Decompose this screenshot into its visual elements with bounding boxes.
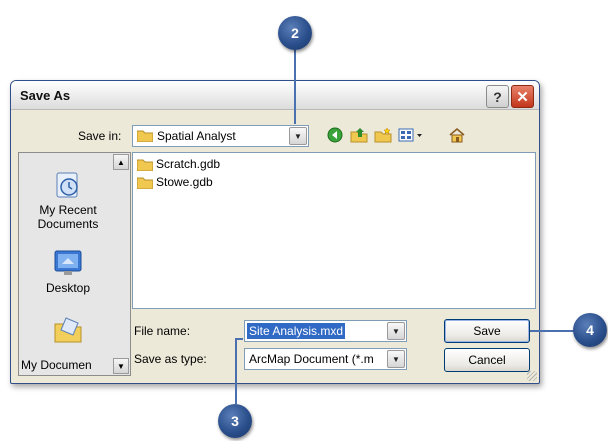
list-item[interactable]: Stowe.gdb <box>137 174 213 190</box>
places-bar: ▲ My Recent Documents Desktop My Documen… <box>18 152 131 376</box>
callout-4-line <box>530 330 576 332</box>
save-as-dialog: Save As ? ✕ Save in: Spatial Analyst ▼ ▲ <box>10 80 540 384</box>
save-in-label: Save in: <box>78 129 122 143</box>
resize-grip[interactable] <box>527 371 537 381</box>
scroll-down-button[interactable]: ▼ <box>113 358 129 374</box>
my-documents-icon <box>54 317 82 343</box>
save-as-type-value: ArcMap Document (*.m <box>249 352 374 366</box>
file-list[interactable]: Scratch.gdb Stowe.gdb <box>132 152 536 309</box>
list-item[interactable]: Scratch.gdb <box>137 156 220 172</box>
file-name: Stowe.gdb <box>156 175 213 189</box>
home-icon[interactable] <box>447 125 467 145</box>
desktop-icon <box>54 250 82 275</box>
callout-3-line <box>235 338 237 404</box>
folder-icon <box>137 130 153 142</box>
recent-documents-icon <box>56 172 78 198</box>
callout-2-line <box>294 48 296 124</box>
place-desktop[interactable]: Desktop <box>19 248 117 295</box>
place-my-recent-documents[interactable]: My Recent Documents <box>19 170 117 231</box>
save-as-type-dropdown[interactable]: ArcMap Document (*.m ▼ <box>244 348 407 370</box>
views-menu-icon[interactable] <box>397 125 425 145</box>
chevron-down-icon[interactable]: ▼ <box>387 322 405 340</box>
up-folder-icon[interactable] <box>349 125 369 145</box>
dialog-title: Save As <box>20 88 71 103</box>
save-in-dropdown[interactable]: Spatial Analyst ▼ <box>132 125 309 147</box>
title-bar[interactable]: Save As ? ✕ <box>11 81 539 110</box>
chevron-down-icon[interactable]: ▼ <box>387 350 405 368</box>
save-as-type-label: Save as type: <box>134 352 207 366</box>
back-icon[interactable] <box>325 125 345 145</box>
chevron-down-icon[interactable]: ▼ <box>289 127 307 145</box>
place-my-documents[interactable] <box>19 315 117 348</box>
callout-4: 4 <box>573 313 607 347</box>
callout-2: 2 <box>278 16 312 50</box>
help-button[interactable]: ? <box>486 85 509 108</box>
scroll-up-button[interactable]: ▲ <box>113 154 129 170</box>
folder-icon <box>137 159 153 171</box>
folder-icon <box>137 177 153 189</box>
callout-3-line-horizontal <box>235 338 243 340</box>
file-name-label: File name: <box>134 324 191 338</box>
new-folder-icon[interactable] <box>373 125 393 145</box>
callout-3: 3 <box>218 404 252 438</box>
place-label: Desktop <box>45 281 91 295</box>
close-button[interactable]: ✕ <box>511 85 534 108</box>
place-label: My Documen <box>21 358 92 372</box>
place-label: My Recent Documents <box>37 203 99 231</box>
file-name-value: Site Analysis.mxd <box>247 323 346 339</box>
cancel-button[interactable]: Cancel <box>444 348 530 372</box>
save-button[interactable]: Save <box>444 319 530 343</box>
file-name-input[interactable]: Site Analysis.mxd ▼ <box>244 320 407 342</box>
file-name: Scratch.gdb <box>156 157 221 171</box>
save-in-value: Spatial Analyst <box>157 129 236 143</box>
